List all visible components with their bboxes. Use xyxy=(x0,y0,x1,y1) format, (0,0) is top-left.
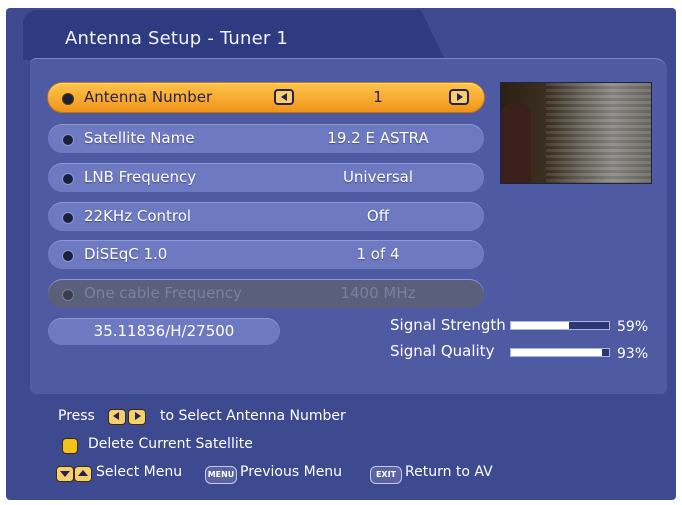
yellow-key-icon xyxy=(62,438,78,454)
bullet-icon xyxy=(62,173,74,185)
arrow-right-icon[interactable] xyxy=(449,89,469,105)
signal-quality-value: 93% xyxy=(617,346,649,362)
setting-label: DiSEqC 1.0 xyxy=(84,245,168,263)
setting-row-satellite-name[interactable]: Satellite Name 19.2 E ASTRA xyxy=(48,124,484,153)
bullet-icon xyxy=(62,250,74,262)
left-key-icon xyxy=(108,409,126,425)
help-return-av: Return to AV xyxy=(405,464,493,480)
signal-strength-fill xyxy=(511,322,569,329)
setting-value: 1400 MHz xyxy=(340,284,416,302)
arrow-left-icon[interactable] xyxy=(274,89,294,105)
help-select-menu: Select Menu xyxy=(96,464,183,480)
setting-label: Satellite Name xyxy=(84,129,195,147)
setting-value: 19.2 E ASTRA xyxy=(327,129,429,147)
setting-label: LNB Frequency xyxy=(84,168,197,186)
setting-value: Universal xyxy=(342,168,414,186)
menu-key-icon: MENU xyxy=(205,466,237,484)
bullet-icon xyxy=(62,93,74,105)
signal-strength-value: 59% xyxy=(617,319,649,335)
exit-key-icon: EXIT xyxy=(370,466,402,484)
bullet-icon xyxy=(62,212,74,224)
signal-quality-bar xyxy=(510,348,610,357)
signal-strength-label: Signal Strength xyxy=(390,316,506,334)
video-preview xyxy=(500,82,652,184)
bullet-icon xyxy=(62,134,74,146)
help-select-antenna: to Select Antenna Number xyxy=(160,408,346,424)
setting-row-diseqc[interactable]: DiSEqC 1.0 1 of 4 xyxy=(48,240,484,269)
setting-value: 1 xyxy=(373,88,383,106)
setting-row-22khz-control[interactable]: 22KHz Control Off xyxy=(48,202,484,231)
signal-strength-bar xyxy=(510,321,610,330)
right-key-icon xyxy=(128,409,146,425)
transponder-coordinates: 35.11836/H/27500 xyxy=(48,318,280,345)
help-previous-menu: Previous Menu xyxy=(240,464,343,480)
bullet-icon xyxy=(62,289,74,301)
setting-label: Antenna Number xyxy=(84,88,213,106)
setting-label: One cable Frequency xyxy=(84,284,242,302)
signal-quality-label: Signal Quality xyxy=(390,342,495,360)
setting-label: 22KHz Control xyxy=(84,207,192,225)
signal-quality-fill xyxy=(511,349,603,356)
setting-value: 1 of 4 xyxy=(356,245,400,263)
help-delete-satellite: Delete Current Satellite xyxy=(88,436,253,452)
page-title: Antenna Setup - Tuner 1 xyxy=(65,28,289,49)
setting-value: Off xyxy=(366,207,390,225)
setting-row-antenna-number[interactable]: Antenna Number 1 xyxy=(48,83,484,112)
down-key-icon xyxy=(56,466,74,482)
setting-row-lnb-frequency[interactable]: LNB Frequency Universal xyxy=(48,163,484,192)
up-key-icon xyxy=(74,466,92,482)
setting-row-one-cable-frequency: One cable Frequency 1400 MHz xyxy=(48,279,484,308)
help-press: Press xyxy=(58,408,95,424)
